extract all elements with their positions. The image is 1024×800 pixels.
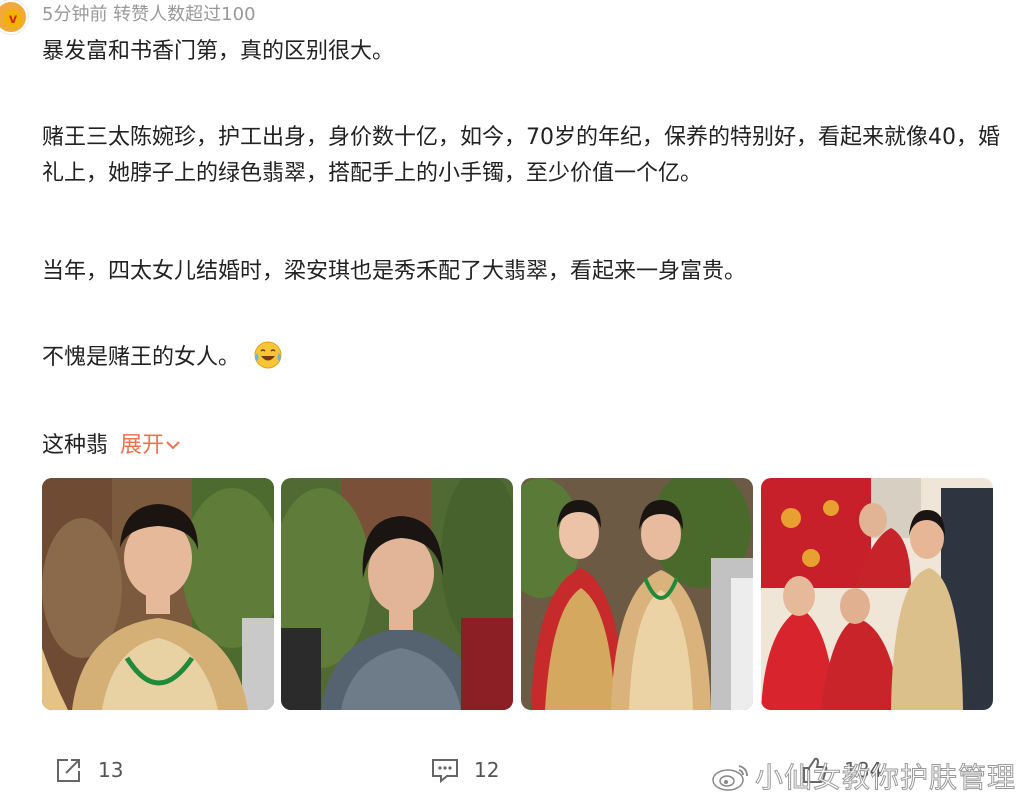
share-icon	[57, 759, 80, 782]
photo-1[interactable]	[42, 478, 274, 710]
collapsed-text-preview: 这种翡	[42, 433, 109, 458]
post-meta: 5分钟前 转赞人数超过100	[42, 4, 256, 25]
post-paragraph-4: 不愧是赌王的女人。	[42, 340, 1002, 376]
photo-2[interactable]	[281, 478, 513, 710]
weibo-logo-icon	[712, 765, 748, 791]
watermark: 小仙女教你护肤管理	[711, 756, 1016, 796]
expand-label: 展开	[120, 433, 165, 458]
comment-count: 12	[474, 758, 500, 782]
post-paragraph-1: 暴发富和书香门第，真的区别很大。	[42, 39, 395, 64]
collapsed-text: 这种翡 展开	[42, 430, 180, 462]
photo-4[interactable]	[761, 478, 993, 710]
comment-button[interactable]: 12	[430, 752, 499, 788]
avatar[interactable]: v	[0, 0, 28, 34]
post-paragraph-3: 当年，四太女儿结婚时，梁安琪也是秀禾配了大翡翠，看起来一身富贵。	[42, 259, 747, 284]
photo-3[interactable]	[521, 478, 753, 710]
laugh-cry-emoji-icon	[254, 341, 282, 369]
share-count: 13	[98, 758, 124, 782]
watermark-text: 小仙女教你护肤管理	[754, 761, 1016, 795]
post-paragraph-2: 赌王三太陈婉珍，护工出身，身价数十亿，如今，70岁的年纪，保养的特别好，看起来就…	[42, 125, 1000, 186]
expand-button[interactable]: 展开	[120, 433, 180, 458]
share-button[interactable]: 13	[54, 752, 123, 788]
post-paragraph-4-text: 不愧是赌王的女人。	[42, 345, 241, 370]
comment-icon	[432, 759, 458, 784]
verified-badge-icon: v	[4, 10, 22, 28]
chevron-down-icon	[166, 441, 180, 450]
